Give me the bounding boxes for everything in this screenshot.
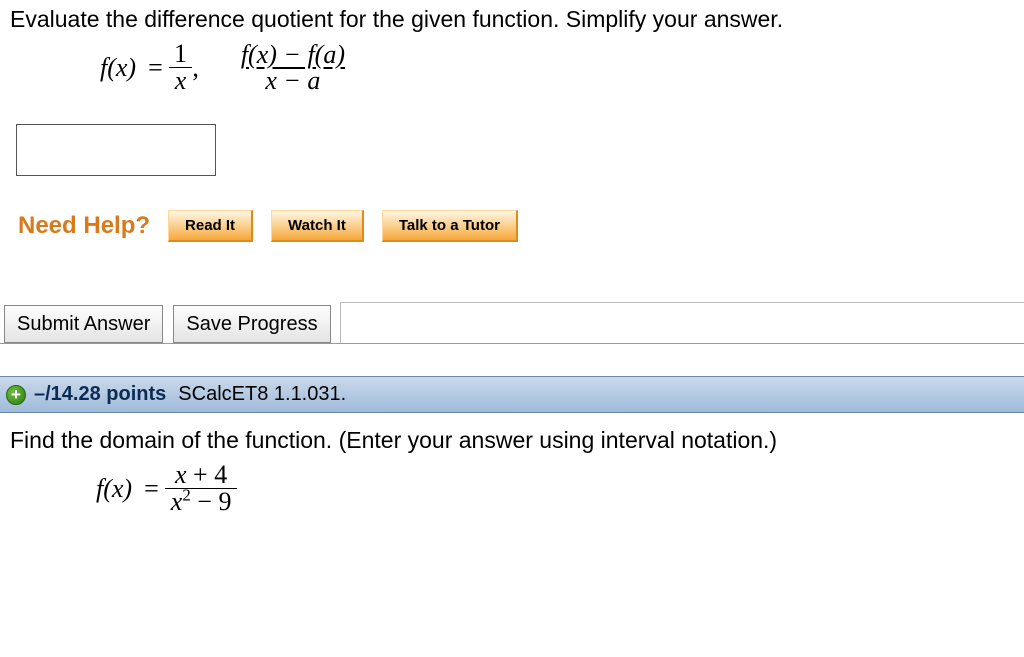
fraction-one-over-x: 1 x — [169, 41, 193, 94]
den-x: x — [171, 487, 183, 516]
rational-function: x + 4 x2 − 9 — [165, 462, 238, 515]
submit-answer-button[interactable]: Submit Answer — [4, 305, 163, 343]
equals-sign: = — [148, 53, 163, 83]
dq-denominator: x − a — [259, 68, 326, 94]
points-word: points — [106, 383, 166, 405]
fx-label: f(x) — [100, 53, 136, 83]
den-minus: − — [191, 487, 219, 516]
expand-icon[interactable]: + — [6, 385, 26, 405]
talk-to-tutor-button[interactable]: Talk to a Tutor — [382, 210, 518, 242]
denominator: x — [169, 67, 193, 94]
q1-math: f(x) = 1 x , f(x) − f(a) x − a — [100, 41, 1014, 94]
equals-sign: = — [144, 474, 159, 504]
q2-prompt: Find the domain of the function. (Enter … — [10, 427, 1014, 454]
q2-math: f(x) = x + 4 x2 − 9 — [96, 462, 1014, 515]
spacer — [0, 344, 1024, 376]
watch-it-button[interactable]: Watch It — [271, 210, 364, 242]
den-9: 9 — [218, 487, 231, 516]
question-2-header[interactable]: + –/14.28 points SCalcET8 1.1.031. — [0, 376, 1024, 413]
difference-quotient: f(x) − f(a) x − a — [235, 42, 351, 94]
need-help-label: Need Help? — [18, 212, 150, 240]
score-value: –/14.28 — [34, 383, 101, 405]
save-progress-button[interactable]: Save Progress — [173, 305, 330, 343]
points-score: –/14.28 points — [34, 383, 166, 406]
numerator: x + 4 — [171, 462, 231, 488]
denominator: x2 − 9 — [165, 488, 238, 515]
fx-label: f(x) — [96, 474, 132, 504]
comma: , — [192, 53, 199, 83]
den-exp: 2 — [182, 485, 190, 504]
answer-input[interactable] — [16, 124, 216, 176]
dq-numerator: f(x) − f(a) — [235, 42, 351, 68]
question-2: Find the domain of the function. (Enter … — [0, 413, 1024, 519]
q1-prompt: Evaluate the difference quotient for the… — [10, 6, 1014, 33]
help-row: Need Help? Read It Watch It Talk to a Tu… — [18, 210, 1014, 242]
num-4: 4 — [214, 460, 227, 489]
question-1: Evaluate the difference quotient for the… — [0, 0, 1024, 302]
numerator: 1 — [170, 41, 191, 67]
read-it-button[interactable]: Read It — [168, 210, 253, 242]
question-id: SCalcET8 1.1.031. — [178, 383, 346, 406]
action-bar: Submit Answer Save Progress — [0, 302, 1024, 344]
tab-spacer — [340, 302, 1024, 343]
